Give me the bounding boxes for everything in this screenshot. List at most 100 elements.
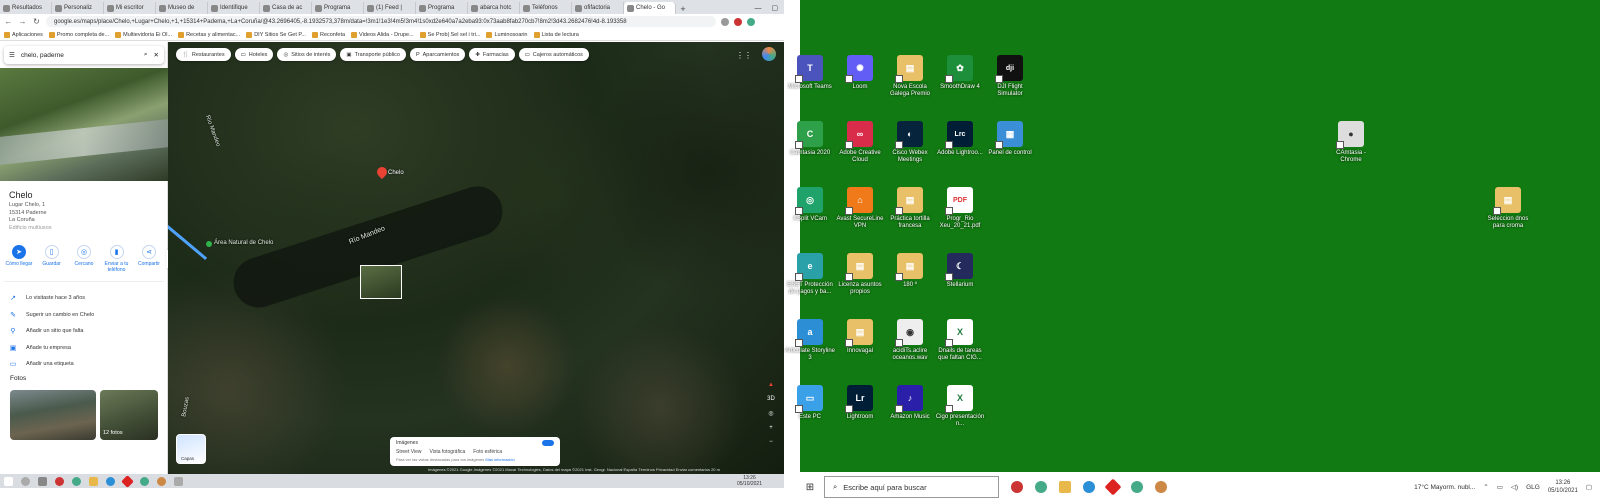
desktop-icon[interactable]: Lrc Adobe Lightroo... — [934, 121, 986, 157]
satellite-map[interactable]: 🍴 Restaurantes ▭ Hoteles ◎ Sitios de interés ▣… — [168, 42, 784, 474]
desktop-icon[interactable]: ▤ Nova Escola Galega Premio — [884, 55, 936, 98]
menu-item[interactable]: ↗ Lo visitaste hace 3 años — [9, 290, 159, 307]
desktop-icon[interactable]: ▭ Este PC — [784, 385, 836, 421]
chrome-icon[interactable] — [1035, 481, 1047, 493]
category-chip[interactable]: ▭ Cajeros automáticos — [518, 48, 589, 61]
chrome-icon[interactable] — [72, 476, 81, 486]
menu-item[interactable]: ⚲ Añadir un sitio que falta — [9, 323, 159, 340]
task-view-icon[interactable] — [38, 476, 47, 486]
photo-view-option[interactable]: Vista fotográfica — [429, 449, 465, 455]
back-icon[interactable]: ← — [4, 17, 13, 26]
desktop-icon[interactable]: ✿ SmoothDraw 4 — [934, 55, 986, 91]
3d-button[interactable]: 3D — [767, 396, 775, 402]
browser-tab[interactable]: Mi escritor — [104, 2, 156, 14]
zoom-in-button[interactable]: + — [769, 425, 773, 431]
bookmark-item[interactable]: Aplicaciones — [4, 31, 43, 38]
desktop-icon[interactable]: ∞ Adobe Creative Cloud — [834, 121, 886, 164]
network-icon[interactable]: ▭ — [1497, 483, 1503, 491]
chrome-icon[interactable] — [1131, 481, 1143, 493]
taskbar-clock[interactable]: 13:26 05/10/2021 — [1548, 479, 1578, 495]
street-view-option[interactable]: Street View — [396, 449, 421, 455]
notifications-icon[interactable]: ▢ — [1586, 483, 1592, 491]
category-chip[interactable]: ▭ Hoteles — [234, 48, 274, 61]
browser-tab[interactable]: Identifique — [208, 2, 260, 14]
directions-button[interactable]: ➤ Cómo llegar — [4, 245, 34, 273]
maps-search-box[interactable]: ☰ chelo, paderne ⌕ ✕ — [4, 46, 164, 64]
location-icon[interactable]: ◎ — [768, 410, 773, 417]
browser-tab[interactable]: Personaliz — [52, 2, 104, 14]
desktop-icon[interactable]: ▦ Panel de control — [984, 121, 1036, 157]
map-label[interactable]: Área Natural de Chelo — [214, 240, 273, 246]
desktop-icon[interactable]: X Dnails de tareas que faltan CIG... — [934, 319, 986, 362]
category-chip[interactable]: ▣ Transporte público — [340, 48, 406, 61]
bookmark-item[interactable]: Luminosoarin — [486, 31, 528, 38]
imagery-toggle[interactable] — [542, 440, 554, 446]
extension-icon[interactable] — [734, 17, 742, 26]
desktop-icon[interactable]: ▤ 180 º — [884, 253, 936, 289]
desktop-icon[interactable]: PDF Progr_Rio Xeu_20_21.pdf — [934, 187, 986, 230]
bookmark-item[interactable]: Recetas y alimentac... — [178, 31, 240, 38]
maximize-icon[interactable]: ▢ — [772, 4, 779, 12]
weather-widget[interactable]: 17°C Mayorm. nubl... — [1414, 484, 1475, 491]
desktop-icon[interactable]: Lr Lightroom — [834, 385, 886, 421]
place-pin-icon[interactable] — [374, 164, 390, 180]
menu-item[interactable]: ▣ Añade tu empresa — [9, 340, 159, 357]
desktop-icon[interactable]: ▤ Seleccion dnos para croma — [1482, 187, 1534, 230]
desktop-icon[interactable]: ♪ Amazon Music — [884, 385, 936, 421]
bookmark-item[interactable]: Reconfeta — [311, 31, 345, 38]
menu-icon[interactable]: ☰ — [9, 51, 15, 59]
desktop-icon[interactable]: C Camtasia 2020 — [784, 121, 836, 157]
desktop-icon[interactable]: X Cigo presentación n... — [934, 385, 986, 428]
desktop-icon[interactable]: e ESET Protección de pagos y ba... — [784, 253, 836, 296]
desktop-icon[interactable]: ▤ Licenza asuntos propios — [834, 253, 886, 296]
desktop-icon[interactable]: ◐ Cisco Webex Meetings — [884, 121, 936, 164]
url-input[interactable]: google.es/maps/place/Chelo,+Lugar+Chelo,… — [46, 16, 716, 27]
place-hero-photo[interactable] — [0, 68, 168, 181]
forward-icon[interactable]: → — [18, 17, 27, 26]
browser-tab[interactable]: (1) Feed | — [364, 2, 416, 14]
desktop-icon[interactable]: a Articulate Storyline 3 — [784, 319, 836, 362]
app-icon[interactable] — [174, 476, 183, 486]
bookmark-item[interactable]: Videos Alida - Drupe... — [351, 31, 414, 38]
zoom-out-button[interactable]: − — [769, 439, 773, 445]
folder-icon[interactable] — [89, 476, 98, 486]
browser-tab[interactable]: Museo de — [156, 2, 208, 14]
avatar[interactable] — [762, 47, 776, 61]
nearby-button[interactable]: ◎ Cercano — [69, 245, 99, 273]
layers-button[interactable]: Capas — [176, 434, 206, 464]
spherical-photo-option[interactable]: Foto esférica — [473, 449, 502, 455]
close-icon[interactable]: ✕ — [154, 51, 159, 59]
edge-icon[interactable] — [106, 476, 115, 486]
search-icon[interactable]: ⌕ — [144, 51, 148, 59]
desktop-icon[interactable]: ● CAmtasia - Chrome — [1325, 121, 1377, 164]
menu-item[interactable]: ▭ Añadir una etiqueta — [9, 356, 159, 373]
search-icon[interactable] — [21, 476, 30, 486]
reload-icon[interactable]: ↻ — [32, 17, 41, 26]
bookmark-item[interactable]: Promo completa de... — [48, 31, 109, 38]
chrome-icon[interactable] — [157, 476, 166, 486]
extension-icon[interactable] — [721, 17, 729, 26]
bookmark-item[interactable]: Lista de lectura — [533, 31, 579, 38]
desktop-icon[interactable]: ◉ acidiTs.aclire oceanos.wav — [884, 319, 936, 362]
taskbar-search-box[interactable]: ⌕ Escribe aquí para buscar — [824, 476, 999, 498]
desktop-icon[interactable]: ▤ Práctica tortilla francesa — [884, 187, 936, 230]
pin-label[interactable]: Chelo — [388, 170, 404, 176]
chevron-up-icon[interactable]: ⌃ — [1483, 483, 1488, 491]
desktop-icon[interactable]: ▤ Innovagal — [834, 319, 886, 355]
desktop-icon[interactable]: T Microsoft Teams — [784, 55, 836, 91]
category-chip[interactable]: 🍴 Restaurantes — [176, 48, 231, 61]
browser-tab[interactable]: abarca hotc — [468, 2, 520, 14]
search-input[interactable]: chelo, paderne — [21, 52, 138, 59]
volume-icon[interactable]: ◁) — [1511, 483, 1518, 491]
browser-tab[interactable]: Programa — [416, 2, 468, 14]
windows-start-icon[interactable]: ⊞ — [800, 482, 820, 493]
menu-item[interactable]: ✎ Sugerir un cambio en Chelo — [9, 307, 159, 324]
profile-icon[interactable] — [747, 17, 755, 26]
park-icon[interactable] — [206, 241, 212, 247]
photo-preview[interactable] — [360, 265, 402, 299]
app-icon[interactable] — [121, 474, 134, 488]
language-indicator[interactable]: GLG — [1526, 484, 1540, 491]
save-button[interactable]: ▯ Guardar — [37, 245, 67, 273]
bookmark-item[interactable]: DIY Sitios Se Get P... — [246, 31, 306, 38]
bookmark-item[interactable]: Se Prob| Sel sel i tri... — [419, 31, 480, 38]
